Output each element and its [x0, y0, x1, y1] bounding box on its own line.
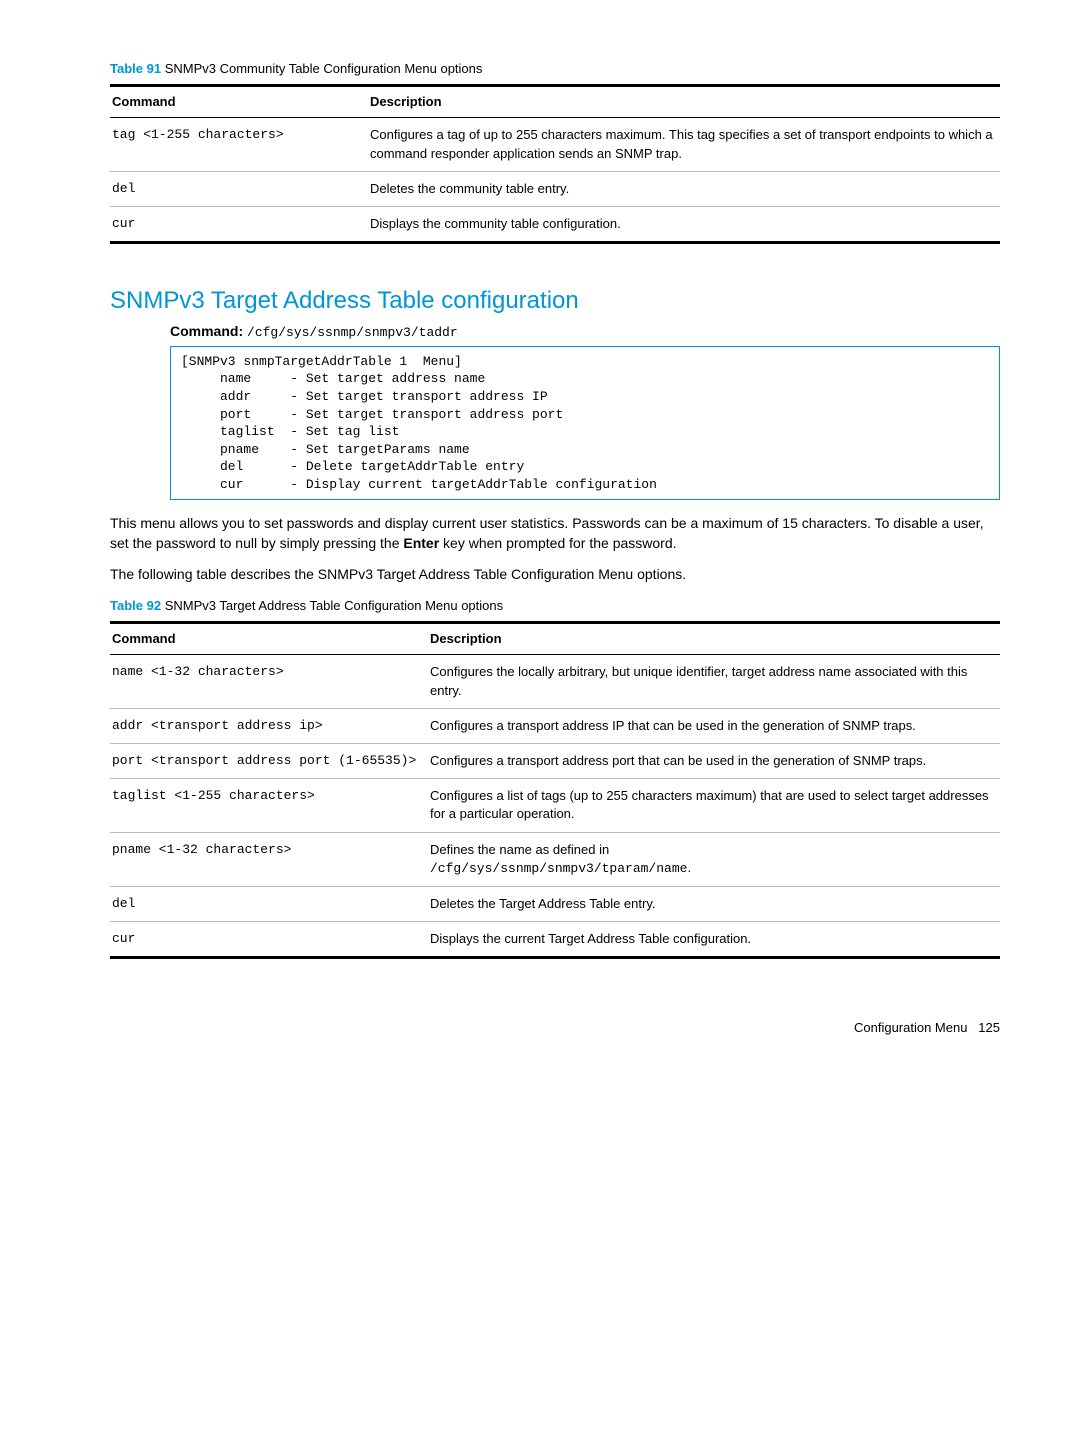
- table92: Command Description name <1-32 character…: [110, 621, 1000, 959]
- table-row: addr <transport address ip> Configures a…: [110, 708, 1000, 743]
- command-label: Command:: [170, 323, 243, 339]
- table92-head-cmd: Command: [110, 623, 428, 655]
- para1-post: key when prompted for the password.: [439, 535, 676, 551]
- table-row: cur Displays the current Target Address …: [110, 922, 1000, 958]
- para1-bold: Enter: [403, 535, 439, 551]
- code-box: [SNMPv3 snmpTargetAddrTable 1 Menu] name…: [170, 346, 1000, 500]
- paragraph-1: This menu allows you to set passwords an…: [110, 514, 1000, 553]
- footer-text: Configuration Menu: [854, 1020, 967, 1035]
- table91-caption: Table 91 SNMPv3 Community Table Configur…: [110, 60, 1000, 78]
- footer-page: 125: [978, 1020, 1000, 1035]
- section-heading: SNMPv3 Target Address Table configuratio…: [110, 284, 1000, 318]
- table91-cmd: del: [110, 171, 368, 206]
- table92-desc: Defines the name as defined in /cfg/sys/…: [428, 832, 1000, 886]
- table92-cmd: cur: [110, 922, 428, 958]
- table91: Command Description tag <1-255 character…: [110, 84, 1000, 244]
- table91-cmd: cur: [110, 206, 368, 242]
- table92-desc-pre: Defines the name as defined in: [430, 842, 609, 857]
- table92-desc-mono: /cfg/sys/ssnmp/snmpv3/tparam/name: [430, 861, 687, 876]
- table92-caption-text: SNMPv3 Target Address Table Configuratio…: [165, 598, 503, 613]
- page-footer: Configuration Menu 125: [110, 1019, 1000, 1037]
- table91-desc: Displays the community table configurati…: [368, 206, 1000, 242]
- table-row: tag <1-255 characters> Configures a tag …: [110, 118, 1000, 171]
- table92-desc: Configures a transport address port that…: [428, 744, 1000, 779]
- table-row: cur Displays the community table configu…: [110, 206, 1000, 242]
- table92-cmd: name <1-32 characters>: [110, 655, 428, 708]
- table-row: name <1-32 characters> Configures the lo…: [110, 655, 1000, 708]
- table-row: taglist <1-255 characters> Configures a …: [110, 779, 1000, 832]
- table91-desc: Deletes the community table entry.: [368, 171, 1000, 206]
- table-row: del Deletes the community table entry.: [110, 171, 1000, 206]
- table92-desc: Configures the locally arbitrary, but un…: [428, 655, 1000, 708]
- table-row: port <transport address port (1-65535)> …: [110, 744, 1000, 779]
- table92-cmd: port <transport address port (1-65535)>: [110, 744, 428, 779]
- table92-desc: Configures a list of tags (up to 255 cha…: [428, 779, 1000, 832]
- table92-label: Table 92: [110, 598, 161, 613]
- table91-desc: Configures a tag of up to 255 characters…: [368, 118, 1000, 171]
- table92-desc: Displays the current Target Address Tabl…: [428, 922, 1000, 958]
- table91-cmd: tag <1-255 characters>: [110, 118, 368, 171]
- table92-cmd: pname <1-32 characters>: [110, 832, 428, 886]
- table-row: pname <1-32 characters> Defines the name…: [110, 832, 1000, 886]
- command-path: /cfg/sys/ssnmp/snmpv3/taddr: [247, 325, 458, 340]
- table92-desc-post: .: [687, 860, 691, 875]
- table92-desc: Configures a transport address IP that c…: [428, 708, 1000, 743]
- table91-label: Table 91: [110, 61, 161, 76]
- table92-caption: Table 92 SNMPv3 Target Address Table Con…: [110, 597, 1000, 615]
- table91-head-desc: Description: [368, 86, 1000, 118]
- paragraph-2: The following table describes the SNMPv3…: [110, 565, 1000, 585]
- table92-cmd: taglist <1-255 characters>: [110, 779, 428, 832]
- table92-desc: Deletes the Target Address Table entry.: [428, 886, 1000, 921]
- table-row: del Deletes the Target Address Table ent…: [110, 886, 1000, 921]
- table92-cmd: del: [110, 886, 428, 921]
- table91-head-cmd: Command: [110, 86, 368, 118]
- table92-head-desc: Description: [428, 623, 1000, 655]
- table92-cmd: addr <transport address ip>: [110, 708, 428, 743]
- table91-caption-text: SNMPv3 Community Table Configuration Men…: [165, 61, 483, 76]
- command-line: Command: /cfg/sys/ssnmp/snmpv3/taddr: [170, 322, 1000, 342]
